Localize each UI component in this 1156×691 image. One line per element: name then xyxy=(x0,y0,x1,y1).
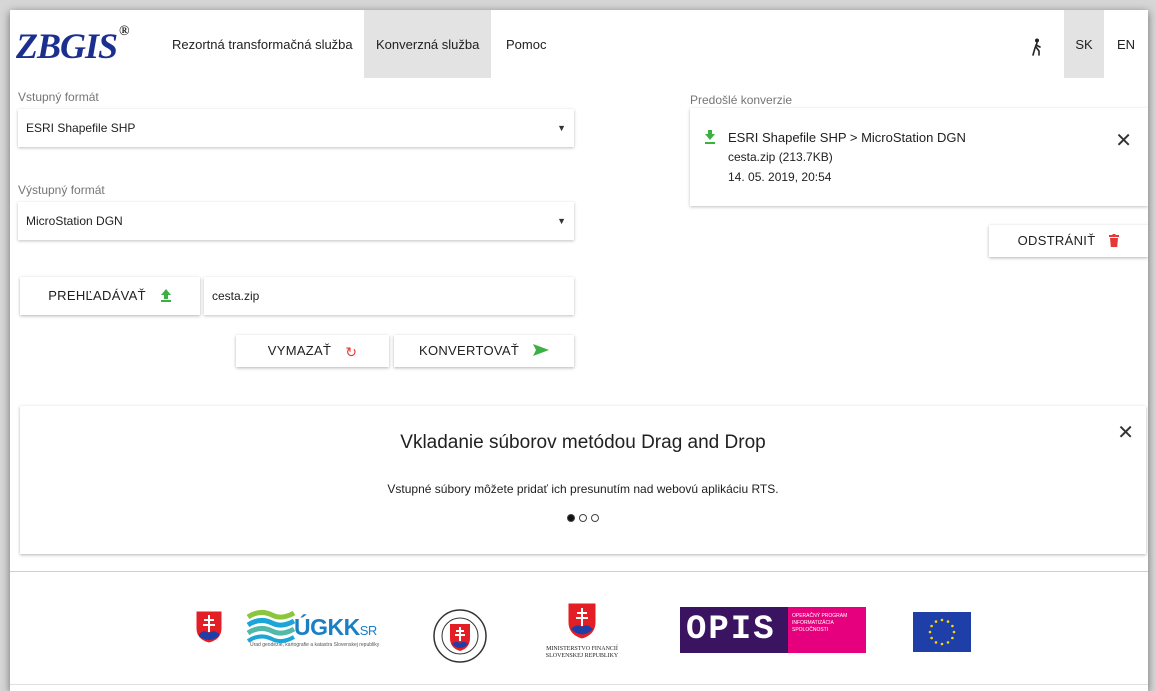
header: ZBGIS ® Rezortná transformačná služba Kon… xyxy=(10,10,1148,78)
output-format-label: Výstupný formát xyxy=(18,183,105,197)
nav-conversion-service[interactable]: Konverzná služba xyxy=(364,10,492,78)
file-name-field[interactable]: cesta.zip xyxy=(204,277,574,315)
conversion-file: cesta.zip (213.7KB) xyxy=(728,150,833,164)
close-icon[interactable]: ✕ xyxy=(1117,420,1134,445)
close-icon[interactable]: ✕ xyxy=(1115,128,1132,153)
footer-divider xyxy=(10,571,1148,572)
language-en[interactable]: EN xyxy=(1104,10,1148,78)
ugkk-logo-text: ÚGKKSR xyxy=(294,614,377,640)
send-icon xyxy=(533,344,550,356)
clear-button[interactable]: VYMAZAŤ ↻ xyxy=(236,335,389,367)
delete-button[interactable]: ODSTRÁNIŤ xyxy=(989,225,1148,257)
convert-label: KONVERTOVAŤ xyxy=(418,343,520,358)
ugkk-subtitle: Úrad geodézie, kartografie a katastra Sl… xyxy=(250,642,380,648)
carousel-dot-1[interactable] xyxy=(567,514,575,522)
input-format-value: ESRI Shapefile SHP xyxy=(26,121,136,135)
trash-icon xyxy=(1109,234,1120,247)
browse-button[interactable]: PREHĽADÁVAŤ xyxy=(20,277,200,315)
carousel-dots xyxy=(20,510,1146,525)
banner-text: Vstupné súbory môžete pridať ich presunu… xyxy=(387,482,779,496)
footer-divider-bottom xyxy=(10,684,1148,685)
previous-conversions-title: Predošlé konverzie xyxy=(690,93,793,107)
zbgis-logo[interactable]: ZBGIS ® xyxy=(16,22,130,66)
ministry-finance-text: MINISTERSTVO FINANCIÍ SLOVENSKEJ REPUBLI… xyxy=(545,646,619,659)
app-window: ZBGIS ® Rezortná transformačná služba Kon… xyxy=(10,10,1148,691)
language-sk[interactable]: SK xyxy=(1064,10,1104,78)
delete-label: ODSTRÁNIŤ xyxy=(1017,233,1096,248)
government-seal-logo xyxy=(433,609,487,663)
opis-logo: OPIS xyxy=(680,607,788,653)
output-format-select[interactable]: MicroStation DGN ▼ xyxy=(18,202,574,240)
browse-label: PREHĽADÁVAŤ xyxy=(48,288,146,303)
convert-button[interactable]: KONVERTOVAŤ xyxy=(394,335,574,367)
eu-flag-logo xyxy=(913,612,971,652)
carousel-dot-3[interactable] xyxy=(591,514,599,522)
input-format-select[interactable]: ESRI Shapefile SHP ▼ xyxy=(18,109,574,147)
clear-label: VYMAZAŤ xyxy=(267,343,332,358)
ministry-finance-coat-of-arms-icon xyxy=(567,602,597,640)
upload-icon xyxy=(160,289,171,302)
conversion-date: 14. 05. 2019, 20:54 xyxy=(728,170,832,184)
carousel-dot-2[interactable] xyxy=(579,514,587,522)
opis-subtitle-box: OPERAČNÝ PROGRAM INFORMATIZÁCIA SPOLOČNO… xyxy=(788,607,866,653)
output-format-value: MicroStation DGN xyxy=(26,214,123,228)
dropdown-caret-icon: ▼ xyxy=(557,216,566,226)
conversion-name: ESRI Shapefile SHP > MicroStation DGN xyxy=(728,130,966,145)
info-banner: Vkladanie súborov metódou Drag and Drop … xyxy=(20,406,1146,554)
banner-title: Vkladanie súborov metódou Drag and Drop xyxy=(400,432,766,453)
refresh-icon: ↻ xyxy=(345,343,358,360)
walking-person-icon[interactable] xyxy=(1030,38,1044,56)
input-format-label: Vstupný formát xyxy=(18,90,99,104)
nav-transformation-service[interactable]: Rezortná transformačná služba xyxy=(160,10,365,78)
conversion-item: ESRI Shapefile SHP > MicroStation DGN ce… xyxy=(690,108,1148,206)
nav-help[interactable]: Pomoc xyxy=(494,10,558,78)
slovak-coat-of-arms-logo xyxy=(195,610,223,644)
download-icon[interactable] xyxy=(704,130,716,144)
dropdown-caret-icon: ▼ xyxy=(557,123,566,133)
ugkk-waves-icon xyxy=(246,609,296,644)
